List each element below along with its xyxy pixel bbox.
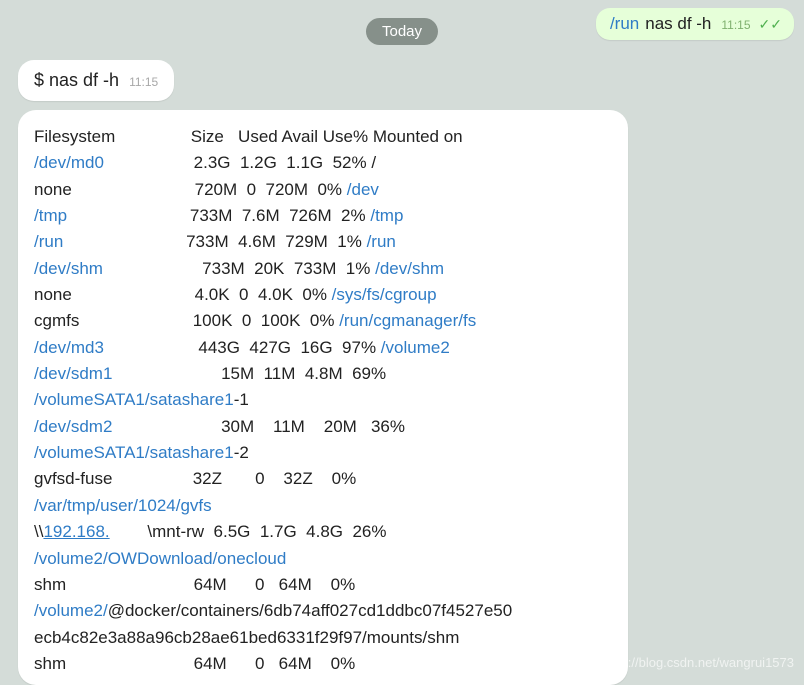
read-check-icon: ✓✓ — [759, 16, 782, 33]
fs-name: cgmfs — [34, 311, 79, 330]
command-echo: $ nas df -h — [34, 70, 119, 91]
gvfs-path-link[interactable]: /var/tmp/user/1024/gvfs — [34, 496, 212, 515]
fs-link[interactable]: /dev/sdm1 — [34, 364, 112, 383]
outgoing-time: 11:15 — [721, 18, 750, 32]
mount-link[interactable]: /dev — [347, 180, 379, 199]
date-pill: Today — [366, 18, 438, 45]
df-rows: /dev/md0 2.3G 1.2G 1.1G 52% / none 720M … — [34, 153, 476, 383]
incoming-message-output[interactable]: Filesystem Size Used Avail Use% Mounted … — [18, 110, 628, 685]
mount-link[interactable]: /volume2 — [381, 338, 450, 357]
fs-link[interactable]: /dev/shm — [34, 259, 103, 278]
fs-name: none — [34, 180, 72, 199]
fs-name: none — [34, 285, 72, 304]
volume2-link[interactable]: /volume2/ — [34, 601, 108, 620]
sata1-link[interactable]: /volumeSATA1/satashare1 — [34, 390, 234, 409]
incoming-time: 11:15 — [129, 75, 158, 89]
mount-link[interactable]: /dev/shm — [375, 259, 444, 278]
gvfsd-row: gvfsd-fuse 32Z 0 32Z 0% — [34, 469, 356, 488]
fs-link[interactable]: /dev/md3 — [34, 338, 104, 357]
incoming-message-command[interactable]: $ nas df -h 11:15 — [18, 60, 174, 101]
mount-link[interactable]: /run/cgmanager/fs — [339, 311, 476, 330]
df-header: Filesystem Size Used Avail Use% Mounted … — [34, 127, 463, 146]
fs-link[interactable]: /run — [34, 232, 63, 251]
mount-link[interactable]: /sys/fs/cgroup — [332, 285, 437, 304]
date-label: Today — [382, 23, 422, 40]
onecloud-link[interactable]: /volume2/OWDownload/onecloud — [34, 549, 286, 568]
sata2-link[interactable]: /volumeSATA1/satashare1 — [34, 443, 234, 462]
shm-row-1: shm 64M 0 64M 0% — [34, 575, 355, 594]
outgoing-message[interactable]: /run nas df -h 11:15 ✓✓ — [596, 8, 794, 40]
ip-link[interactable]: 192.168. — [43, 522, 109, 541]
mount-link[interactable]: /tmp — [370, 206, 403, 225]
sdm2-link[interactable]: /dev/sdm2 — [34, 417, 112, 436]
command-link[interactable]: /run — [610, 14, 639, 34]
fs-link[interactable]: /tmp — [34, 206, 67, 225]
command-rest: nas df -h — [645, 14, 711, 34]
shm-row-2: shm 64M 0 64M 0% — [34, 654, 355, 673]
watermark: https://blog.csdn.net/wangrui1573 — [600, 655, 794, 670]
fs-link[interactable]: /dev/md0 — [34, 153, 104, 172]
mount-link[interactable]: /run — [367, 232, 396, 251]
